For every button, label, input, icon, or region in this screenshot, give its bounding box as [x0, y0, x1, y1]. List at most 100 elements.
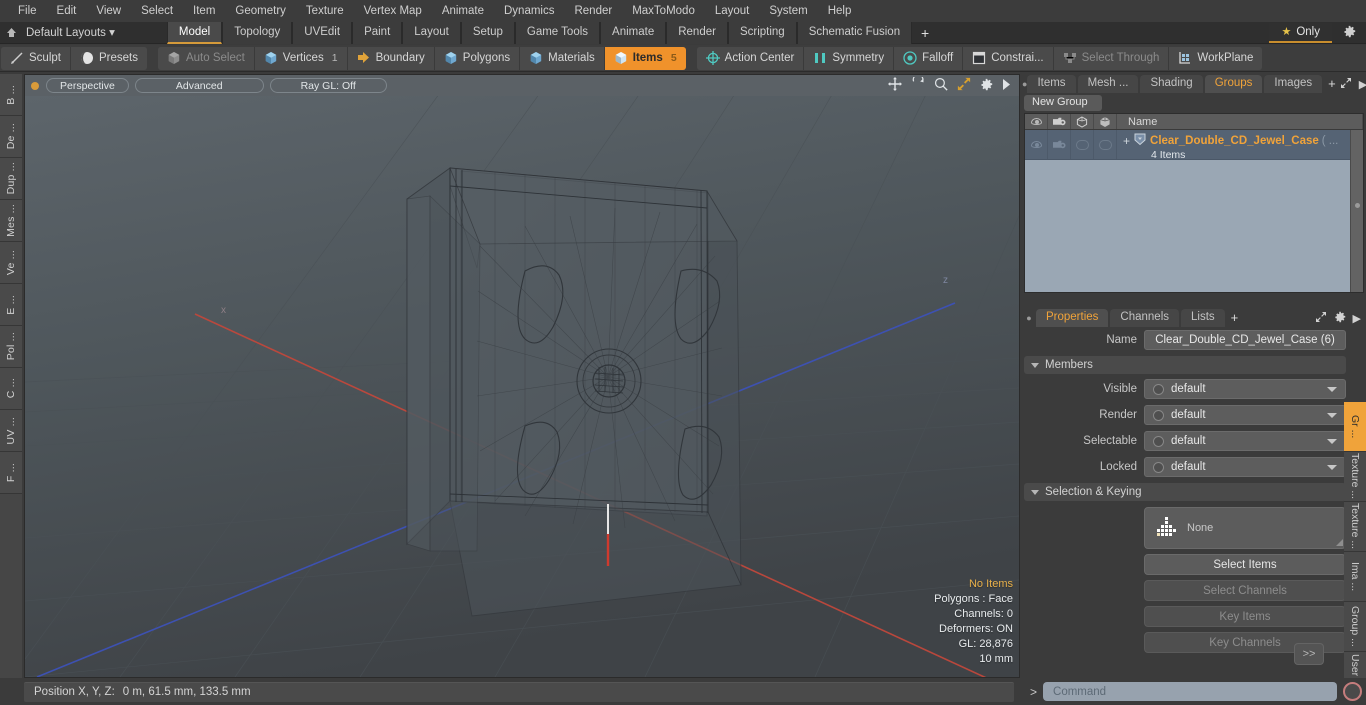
menu-item-dynamics[interactable]: Dynamics	[494, 0, 564, 22]
properties-tab-properties[interactable]: Properties	[1036, 309, 1109, 327]
menu-item-file[interactable]: File	[8, 0, 47, 22]
expand-icon[interactable]	[1340, 77, 1352, 92]
member-dropdown-render[interactable]: default	[1144, 405, 1346, 425]
member-radio-icon[interactable]	[1153, 383, 1164, 395]
gear-icon[interactable]	[980, 78, 993, 94]
member-dropdown-locked[interactable]: default	[1144, 457, 1346, 477]
layout-tab-uvedit[interactable]: UVEdit	[292, 21, 353, 44]
menu-item-geometry[interactable]: Geometry	[225, 0, 296, 22]
properties-tab-lists[interactable]: Lists	[1181, 309, 1225, 327]
layout-tab-animate[interactable]: Animate	[600, 21, 667, 44]
button-select-items[interactable]: Select Items	[1144, 554, 1346, 575]
selection-keying-section-header[interactable]: Selection & Keying	[1024, 483, 1346, 501]
left-tab-1[interactable]: De ...	[0, 116, 22, 158]
viewport-shading-pill[interactable]: Advanced	[134, 78, 264, 93]
row-locked-toggle[interactable]	[1094, 130, 1117, 159]
menu-item-texture[interactable]: Texture	[296, 0, 354, 22]
panel-tab-mesh[interactable]: Mesh ...	[1077, 75, 1139, 93]
toolbar-button-auto-select[interactable]: Auto Select	[157, 46, 255, 70]
left-tab-2[interactable]: Dup ...	[0, 158, 22, 200]
fit-icon[interactable]	[957, 77, 971, 94]
menu-item-select[interactable]: Select	[131, 0, 183, 22]
gear-icon[interactable]	[1334, 311, 1346, 326]
member-radio-icon[interactable]	[1153, 461, 1164, 473]
right-tab-3[interactable]: Ima ...	[1344, 552, 1366, 602]
layout-tab-layout[interactable]: Layout	[402, 21, 461, 44]
only-toggle-button[interactable]: ★ Only	[1269, 22, 1332, 43]
toolbar-button-workplane[interactable]: WorkPlane	[1169, 46, 1263, 70]
viewport-canvas[interactable]: x z No Items Polygons: Face Channels: 0…	[25, 96, 1019, 677]
menu-item-edit[interactable]: Edit	[47, 0, 87, 22]
viewport-projection-pill[interactable]: Perspective	[46, 78, 129, 93]
chevron-down-icon[interactable]	[1327, 412, 1337, 418]
member-dropdown-selectable[interactable]: default	[1144, 431, 1346, 451]
home-icon[interactable]	[0, 22, 22, 44]
chevron-right-icon[interactable]: ▶	[1353, 312, 1361, 325]
more-options-button[interactable]: >>	[1294, 643, 1324, 665]
left-tab-8[interactable]: UV ...	[0, 410, 22, 452]
chevron-down-icon[interactable]	[1327, 386, 1337, 392]
toolbar-button-constrai[interactable]: Constrai...	[963, 46, 1054, 70]
command-input[interactable]: Command	[1043, 682, 1337, 701]
toolbar-button-vertices[interactable]: Vertices 1	[254, 46, 348, 70]
left-tab-9[interactable]: F ...	[0, 452, 22, 494]
resize-corner-icon[interactable]	[1336, 539, 1343, 546]
toolbar-button-materials[interactable]: Materials	[520, 46, 605, 70]
left-tab-3[interactable]: Mes ...	[0, 200, 22, 242]
panel-tab-items[interactable]: Items	[1027, 75, 1076, 93]
item-list-scrollbar[interactable]	[1350, 130, 1363, 292]
col-locked-icon[interactable]	[1094, 114, 1117, 129]
menu-item-system[interactable]: System	[759, 0, 817, 22]
left-tab-7[interactable]: C ...	[0, 368, 22, 410]
panel-tab-images[interactable]: Images	[1264, 75, 1323, 93]
play-icon[interactable]	[1002, 78, 1011, 93]
panel-tab-groups[interactable]: Groups	[1204, 75, 1263, 93]
toolbar-button-items[interactable]: Items 5	[604, 46, 686, 70]
layout-tab-paint[interactable]: Paint	[352, 21, 403, 44]
layout-tab-game-tools[interactable]: Game Tools	[514, 21, 601, 44]
move-icon[interactable]	[888, 77, 902, 94]
chevron-right-icon[interactable]: ▶	[1359, 78, 1366, 91]
left-tab-6[interactable]: Pol ...	[0, 326, 22, 368]
table-row[interactable]: + Clear_Double_CD_Jewel_Case ( ... 4 Ite…	[1025, 130, 1363, 161]
row-expander-icon[interactable]: +	[1123, 134, 1130, 148]
col-render-icon[interactable]	[1048, 114, 1071, 129]
row-visibility-toggle[interactable]	[1025, 130, 1048, 159]
menu-item-maxtomodo[interactable]: MaxToModo	[622, 0, 705, 22]
new-group-button[interactable]: New Group	[1024, 95, 1102, 111]
row-render-toggle[interactable]	[1048, 130, 1071, 159]
row-selectable-toggle[interactable]	[1071, 130, 1094, 159]
toolbar-button-boundary[interactable]: Boundary	[347, 46, 435, 70]
menu-item-animate[interactable]: Animate	[432, 0, 494, 22]
selection-set-picker[interactable]: None	[1144, 507, 1346, 549]
panel-tab-shading[interactable]: Shading	[1140, 75, 1203, 93]
layout-tab-render[interactable]: Render	[666, 21, 728, 44]
layout-preset-dropdown[interactable]: Default Layouts ▾	[22, 22, 123, 44]
add-layout-tab-button[interactable]: +	[912, 22, 938, 44]
rotate-icon[interactable]	[911, 74, 925, 94]
toolbar-button-presets[interactable]: Presets	[70, 46, 147, 70]
col-selectable-icon[interactable]	[1071, 114, 1094, 129]
expand-icon[interactable]	[1315, 311, 1327, 326]
member-dropdown-visible[interactable]: default	[1144, 379, 1346, 399]
group-item-list[interactable]: Name + Clear_Double_CD_Jewel_Case (... …	[1024, 113, 1364, 293]
member-radio-icon[interactable]	[1153, 409, 1164, 421]
menu-item-render[interactable]: Render	[564, 0, 622, 22]
toolbar-button-polygons[interactable]: Polygons	[434, 46, 521, 70]
menu-item-item[interactable]: Item	[183, 0, 225, 22]
left-tab-0[interactable]: B ...	[0, 74, 22, 116]
right-tab-2[interactable]: Texture ...	[1344, 502, 1366, 552]
chevron-down-icon[interactable]	[1327, 464, 1337, 470]
row-name-cell[interactable]: + Clear_Double_CD_Jewel_Case ( ... 4 Ite…	[1117, 130, 1363, 161]
toolbar-button-falloff[interactable]: Falloff	[894, 46, 964, 70]
members-section-header[interactable]: Members	[1024, 356, 1346, 374]
properties-menu-dot-icon[interactable]: ●	[1022, 308, 1036, 327]
layout-tab-scripting[interactable]: Scripting	[727, 21, 797, 44]
gear-icon[interactable]	[1332, 25, 1366, 41]
member-radio-icon[interactable]	[1153, 435, 1164, 447]
menu-item-view[interactable]: View	[86, 0, 131, 22]
viewport-raygl-pill[interactable]: Ray GL: Off	[269, 78, 387, 93]
add-panel-tab-button[interactable]: +	[1324, 75, 1340, 93]
chevron-down-icon[interactable]	[1327, 438, 1337, 444]
left-tab-5[interactable]: E ...	[0, 284, 22, 326]
